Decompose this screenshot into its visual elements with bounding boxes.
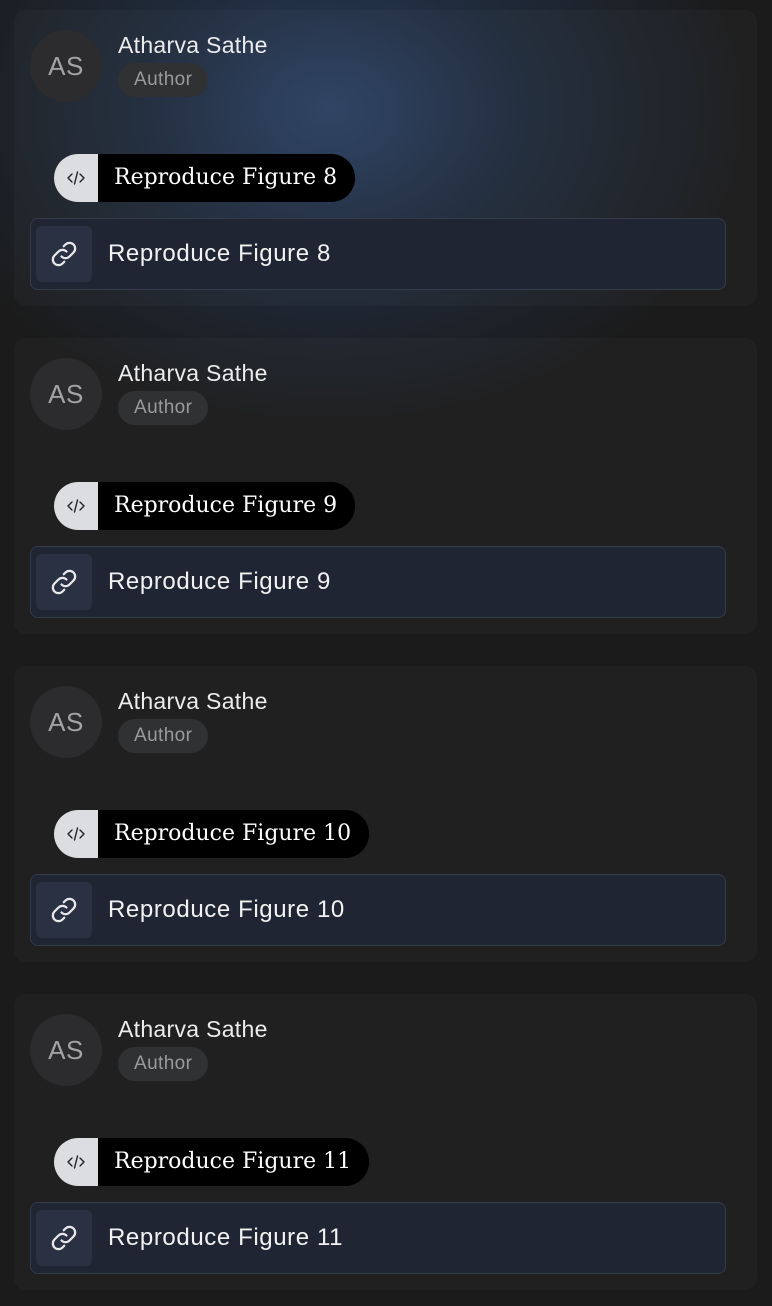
code-pill-button[interactable]: Reproduce Figure 10 <box>54 810 370 858</box>
author-name[interactable]: Atharva Sathe <box>118 359 268 387</box>
code-icon <box>54 154 98 202</box>
role-badge: Author <box>118 1047 209 1081</box>
code-icon <box>54 810 98 858</box>
author-name[interactable]: Atharva Sathe <box>118 1015 268 1043</box>
link-label: Reproduce Figure 9 <box>108 568 331 595</box>
code-pill-button[interactable]: Reproduce Figure 11 <box>54 1138 370 1186</box>
link-icon <box>36 882 92 938</box>
post-card: AS Atharva Sathe Author Reproduce Figure… <box>14 10 757 306</box>
link-label: Reproduce Figure 8 <box>108 240 331 267</box>
role-badge: Author <box>118 719 209 753</box>
link-attachment[interactable]: Reproduce Figure 8 <box>30 218 726 290</box>
avatar[interactable]: AS <box>30 1014 102 1086</box>
code-pill-label: Reproduce Figure 8 <box>98 154 356 202</box>
link-attachment[interactable]: Reproduce Figure 9 <box>30 546 726 618</box>
link-attachment[interactable]: Reproduce Figure 10 <box>30 874 726 946</box>
author-name[interactable]: Atharva Sathe <box>118 687 268 715</box>
link-icon <box>36 554 92 610</box>
avatar[interactable]: AS <box>30 358 102 430</box>
link-label: Reproduce Figure 10 <box>108 896 345 923</box>
role-badge: Author <box>118 391 209 425</box>
code-pill-button[interactable]: Reproduce Figure 8 <box>54 154 356 202</box>
avatar[interactable]: AS <box>30 686 102 758</box>
code-icon <box>54 482 98 530</box>
link-icon <box>36 1210 92 1266</box>
link-icon <box>36 226 92 282</box>
link-label: Reproduce Figure 11 <box>108 1224 344 1251</box>
code-pill-label: Reproduce Figure 9 <box>98 482 356 530</box>
link-attachment[interactable]: Reproduce Figure 11 <box>30 1202 726 1274</box>
author-name[interactable]: Atharva Sathe <box>118 31 268 59</box>
code-pill-label: Reproduce Figure 11 <box>98 1138 370 1186</box>
post-card: AS Atharva Sathe Author Reproduce Figure… <box>14 666 757 962</box>
code-icon <box>54 1138 98 1186</box>
code-pill-button[interactable]: Reproduce Figure 9 <box>54 482 356 530</box>
post-card: AS Atharva Sathe Author Reproduce Figure… <box>14 338 757 634</box>
avatar[interactable]: AS <box>30 30 102 102</box>
post-card: AS Atharva Sathe Author Reproduce Figure… <box>14 994 757 1290</box>
code-pill-label: Reproduce Figure 10 <box>98 810 370 858</box>
role-badge: Author <box>118 63 209 97</box>
